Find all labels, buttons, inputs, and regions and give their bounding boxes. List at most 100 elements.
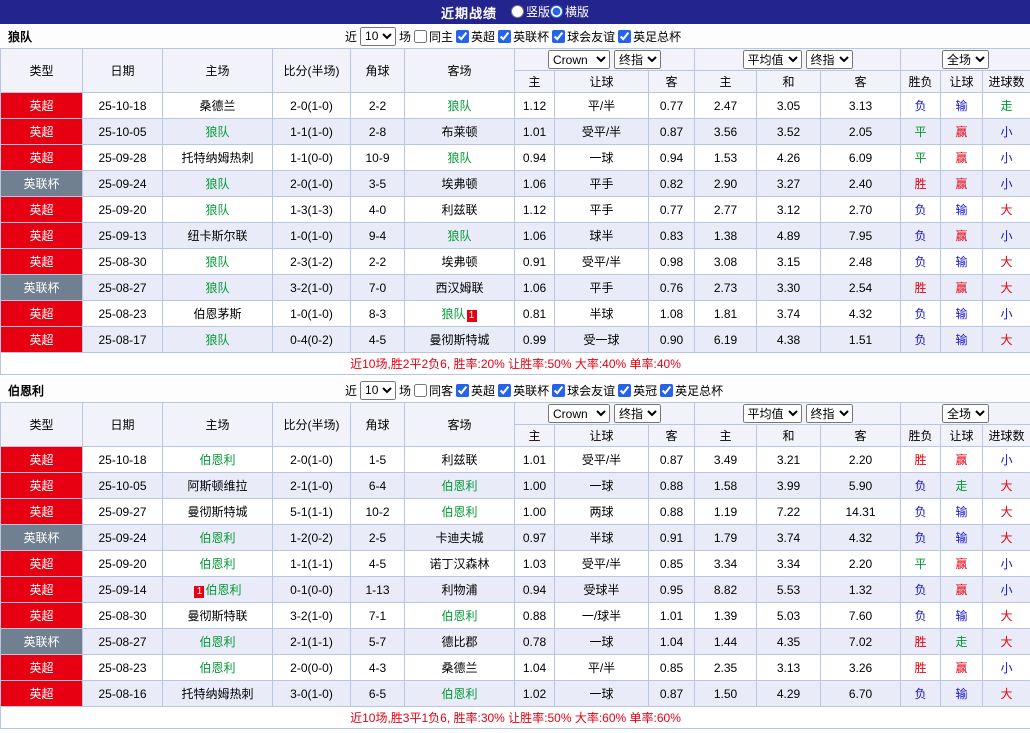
team-link[interactable]: 伯恩利	[441, 479, 477, 493]
handicap: 半球	[555, 301, 649, 327]
scope-select[interactable]: 全场	[942, 50, 989, 69]
league-filter[interactable]: 球会友谊	[552, 382, 615, 399]
avg-period-select[interactable]: 终指	[806, 404, 853, 423]
avg-period-select[interactable]: 终指	[806, 50, 853, 69]
team-link[interactable]: 德比郡	[441, 635, 477, 649]
team-link[interactable]: 狼队	[205, 281, 229, 295]
view-radio[interactable]	[550, 5, 563, 18]
team-link[interactable]: 狼队	[205, 333, 229, 347]
col-header: 比分(半场)	[273, 49, 351, 93]
team-link[interactable]: 诺丁汉森林	[429, 557, 489, 571]
team-link[interactable]: 卡迪夫城	[435, 531, 483, 545]
bookmaker-select[interactable]: Crown	[548, 50, 610, 69]
team-link[interactable]: 伯恩利	[199, 557, 235, 571]
team-link[interactable]: 托特纳姆热刺	[181, 687, 253, 701]
league-filter[interactable]: 英超	[456, 382, 495, 399]
odds-period-select[interactable]: 终指	[614, 404, 661, 423]
venue-checkbox[interactable]	[414, 384, 427, 397]
league-filter[interactable]: 英冠	[618, 382, 657, 399]
recent-count-select[interactable]: 10	[360, 381, 396, 400]
odds-home: 1.01	[515, 119, 555, 145]
team-link[interactable]: 阿斯顿维拉	[187, 479, 247, 493]
league-filter[interactable]: 球会友谊	[552, 28, 615, 45]
league-filter-checkbox[interactable]	[498, 30, 511, 43]
venue-filter[interactable]: 同客	[414, 382, 453, 399]
avg-draw: 4.35	[757, 629, 821, 655]
league-filter-checkbox[interactable]	[456, 30, 469, 43]
team-link[interactable]: 埃弗顿	[441, 177, 477, 191]
league-badge: 英超	[1, 473, 83, 499]
team-link[interactable]: 伯恩利	[441, 609, 477, 623]
league-filter-checkbox[interactable]	[456, 384, 469, 397]
team-link[interactable]: 桑德兰	[199, 99, 235, 113]
league-filter-checkbox[interactable]	[618, 30, 631, 43]
league-filter-checkbox[interactable]	[618, 384, 631, 397]
view-option[interactable]: 横版	[550, 3, 589, 20]
team-link[interactable]: 伯恩利	[441, 687, 477, 701]
team-link[interactable]: 埃弗顿	[441, 255, 477, 269]
col-header: 类型	[1, 403, 83, 447]
result-goals: 小	[983, 577, 1030, 603]
team-link[interactable]: 曼彻斯特联	[187, 609, 247, 623]
score: 0-4(0-2)	[273, 327, 351, 353]
result-outcome: 负	[901, 603, 941, 629]
avg-away: 1.51	[821, 327, 901, 353]
avg-type-select[interactable]: 平均值	[743, 404, 802, 423]
team-link[interactable]: 伯恩利	[199, 531, 235, 545]
team-link[interactable]: 伯恩利	[199, 635, 235, 649]
team-link[interactable]: 伯恩利	[441, 505, 477, 519]
league-filter-checkbox[interactable]	[498, 384, 511, 397]
odds-period-select[interactable]: 终指	[614, 50, 661, 69]
team-link[interactable]: 托特纳姆热刺	[181, 151, 253, 165]
result-handicap: 输	[941, 681, 983, 707]
team-link[interactable]: 伯恩茅斯	[193, 307, 241, 321]
league-filter-checkbox[interactable]	[660, 384, 673, 397]
corners: 1-13	[351, 577, 405, 603]
team-link[interactable]: 纽卡斯尔联	[187, 229, 247, 243]
league-filter[interactable]: 英联杯	[498, 28, 549, 45]
team-section: 狼队 近 10 场 同主 英超英联杯球会友谊英足总杯 类型日期主场比分(半场)角…	[0, 24, 1030, 375]
home-team-cell: 曼彻斯特城	[163, 499, 273, 525]
team-link[interactable]: 狼队	[205, 255, 229, 269]
bookmaker-select[interactable]: Crown	[548, 404, 610, 423]
team-link[interactable]: 伯恩利	[205, 583, 241, 597]
team-link[interactable]: 伯恩利	[199, 661, 235, 675]
team-link[interactable]: 狼队	[447, 99, 471, 113]
view-option[interactable]: 竖版	[511, 3, 550, 20]
team-link[interactable]: 曼彻斯特城	[429, 333, 489, 347]
team-link[interactable]: 利物浦	[441, 583, 477, 597]
league-filter-checkbox[interactable]	[552, 384, 565, 397]
team-link[interactable]: 狼队	[205, 177, 229, 191]
team-link[interactable]: 狼队	[205, 203, 229, 217]
team-link[interactable]: 狼队	[447, 151, 471, 165]
away-team-cell: 伯恩利	[405, 473, 515, 499]
away-team-cell: 狼队	[405, 223, 515, 249]
team-link[interactable]: 利兹联	[441, 203, 477, 217]
scope-select[interactable]: 全场	[942, 404, 989, 423]
handicap: 受平/半	[555, 249, 649, 275]
team-link[interactable]: 狼队	[205, 125, 229, 139]
team-link[interactable]: 曼彻斯特城	[187, 505, 247, 519]
venue-checkbox[interactable]	[414, 30, 427, 43]
league-filter[interactable]: 英足总杯	[660, 382, 723, 399]
view-radio[interactable]	[511, 5, 524, 18]
team-link[interactable]: 狼队	[441, 307, 465, 321]
venue-filter[interactable]: 同主	[414, 28, 453, 45]
league-filter[interactable]: 英超	[456, 28, 495, 45]
handicap: 一球	[555, 145, 649, 171]
recent-count-select[interactable]: 10	[360, 27, 396, 46]
team-link[interactable]: 桑德兰	[441, 661, 477, 675]
odds-home: 1.03	[515, 551, 555, 577]
avg-type-select[interactable]: 平均值	[743, 50, 802, 69]
away-team-cell: 卡迪夫城	[405, 525, 515, 551]
odds-controls: Crown终指	[515, 403, 695, 425]
league-filter[interactable]: 英联杯	[498, 382, 549, 399]
avg-home: 6.19	[695, 327, 757, 353]
league-filter-checkbox[interactable]	[552, 30, 565, 43]
team-link[interactable]: 布莱顿	[441, 125, 477, 139]
team-link[interactable]: 西汉姆联	[435, 281, 483, 295]
team-link[interactable]: 伯恩利	[199, 453, 235, 467]
league-filter[interactable]: 英足总杯	[618, 28, 681, 45]
team-link[interactable]: 利兹联	[441, 453, 477, 467]
team-link[interactable]: 狼队	[447, 229, 471, 243]
